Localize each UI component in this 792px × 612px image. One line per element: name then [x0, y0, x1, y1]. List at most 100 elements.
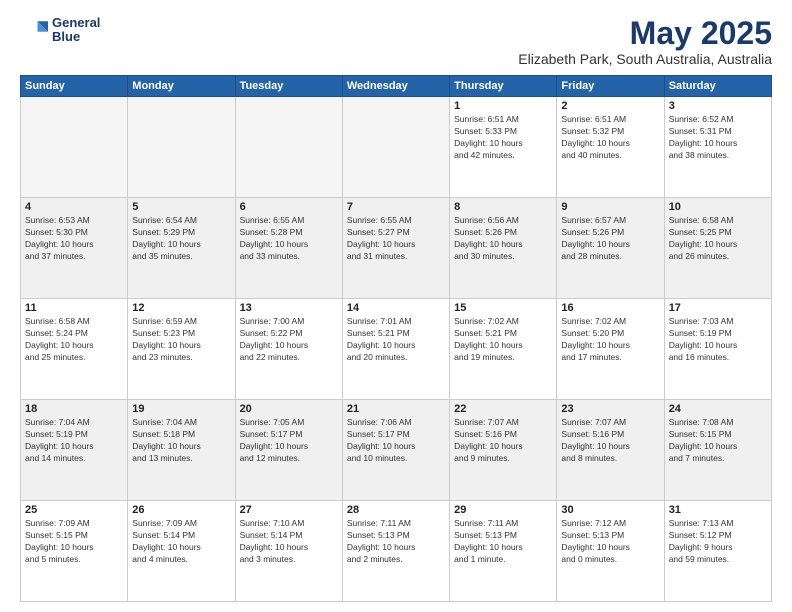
week-row-1: 1 Sunrise: 6:51 AM Sunset: 5:33 PM Daylig… [21, 97, 772, 198]
calendar-cell: 5 Sunrise: 6:54 AM Sunset: 5:29 PM Daylig… [128, 198, 235, 299]
day-info: Sunrise: 7:02 AM Sunset: 5:21 PM Dayligh… [454, 316, 552, 364]
calendar-cell: 18Sunrise: 7:04 AM Sunset: 5:19 PM Dayli… [21, 400, 128, 501]
calendar-cell: 7 Sunrise: 6:55 AM Sunset: 5:27 PM Daylig… [342, 198, 449, 299]
calendar-cell: 14 Sunrise: 7:01 AM Sunset: 5:21 PM Dayli… [342, 299, 449, 400]
calendar-cell: 2 Sunrise: 6:51 AM Sunset: 5:32 PM Daylig… [557, 97, 664, 198]
day-number: 2 [561, 100, 659, 112]
calendar: SundayMondayTuesdayWednesdayThursdayFrid… [20, 75, 772, 602]
day-number: 12 [132, 302, 230, 314]
day-info: Sunrise: 7:01 AM Sunset: 5:21 PM Dayligh… [347, 316, 445, 364]
calendar-cell [128, 97, 235, 198]
calendar-cell: 26 Sunrise: 7:09 AM Sunset: 5:14 PM Dayli… [128, 501, 235, 602]
logo: General Blue [20, 16, 100, 45]
day-number: 29 [454, 504, 552, 516]
day-info: Sunrise: 6:58 AM Sunset: 5:24 PM Dayligh… [25, 316, 123, 364]
day-number: 24 [669, 403, 767, 415]
day-number: 26 [132, 504, 230, 516]
day-info: Sunrise: 6:53 AM Sunset: 5:30 PM Dayligh… [25, 215, 123, 263]
calendar-cell [342, 97, 449, 198]
day-number: 10 [669, 201, 767, 213]
calendar-cell: 17 Sunrise: 7:03 AM Sunset: 5:19 PM Dayli… [664, 299, 771, 400]
day-number: 1 [454, 100, 552, 112]
day-info: Sunrise: 6:55 AM Sunset: 5:28 PM Dayligh… [240, 215, 338, 263]
day-info: Sunrise: 7:02 AM Sunset: 5:20 PM Dayligh… [561, 316, 659, 364]
day-info: Sunrise: 7:09 AM Sunset: 5:15 PM Dayligh… [25, 518, 123, 566]
day-info: Sunrise: 7:11 AM Sunset: 5:13 PM Dayligh… [347, 518, 445, 566]
day-header-sunday: Sunday [21, 76, 128, 97]
day-info: Sunrise: 7:04 AM Sunset: 5:18 PM Dayligh… [132, 417, 230, 465]
calendar-cell [21, 97, 128, 198]
day-info: Sunrise: 6:51 AM Sunset: 5:33 PM Dayligh… [454, 114, 552, 162]
day-number: 23 [561, 403, 659, 415]
calendar-cell: 15 Sunrise: 7:02 AM Sunset: 5:21 PM Dayli… [450, 299, 557, 400]
day-number: 5 [132, 201, 230, 213]
day-header-friday: Friday [557, 76, 664, 97]
day-number: 3 [669, 100, 767, 112]
calendar-cell: 11 Sunrise: 6:58 AM Sunset: 5:24 PM Dayli… [21, 299, 128, 400]
subtitle: Elizabeth Park, South Australia, Austral… [518, 51, 772, 67]
day-header-tuesday: Tuesday [235, 76, 342, 97]
day-info: Sunrise: 6:54 AM Sunset: 5:29 PM Dayligh… [132, 215, 230, 263]
day-number: 16 [561, 302, 659, 314]
week-row-2: 4Sunrise: 6:53 AM Sunset: 5:30 PM Daylig… [21, 198, 772, 299]
day-header-monday: Monday [128, 76, 235, 97]
day-number: 14 [347, 302, 445, 314]
header: General Blue May 2025 Elizabeth Park, So… [20, 16, 772, 67]
logo-icon [20, 16, 48, 44]
day-number: 18 [25, 403, 123, 415]
calendar-cell: 9Sunrise: 6:57 AM Sunset: 5:26 PM Daylig… [557, 198, 664, 299]
day-info: Sunrise: 7:10 AM Sunset: 5:14 PM Dayligh… [240, 518, 338, 566]
calendar-cell: 10 Sunrise: 6:58 AM Sunset: 5:25 PM Dayli… [664, 198, 771, 299]
week-row-4: 18Sunrise: 7:04 AM Sunset: 5:19 PM Dayli… [21, 400, 772, 501]
day-number: 17 [669, 302, 767, 314]
calendar-cell: 23 Sunrise: 7:07 AM Sunset: 5:16 PM Dayli… [557, 400, 664, 501]
calendar-cell: 1 Sunrise: 6:51 AM Sunset: 5:33 PM Daylig… [450, 97, 557, 198]
week-row-5: 25 Sunrise: 7:09 AM Sunset: 5:15 PM Dayli… [21, 501, 772, 602]
day-info: Sunrise: 6:55 AM Sunset: 5:27 PM Dayligh… [347, 215, 445, 263]
calendar-cell: 8 Sunrise: 6:56 AM Sunset: 5:26 PM Daylig… [450, 198, 557, 299]
day-number: 25 [25, 504, 123, 516]
day-header-saturday: Saturday [664, 76, 771, 97]
day-number: 28 [347, 504, 445, 516]
day-number: 30 [561, 504, 659, 516]
day-info: Sunrise: 7:00 AM Sunset: 5:22 PM Dayligh… [240, 316, 338, 364]
day-info: Sunrise: 7:07 AM Sunset: 5:16 PM Dayligh… [454, 417, 552, 465]
day-info: Sunrise: 6:52 AM Sunset: 5:31 PM Dayligh… [669, 114, 767, 162]
day-header-thursday: Thursday [450, 76, 557, 97]
day-info: Sunrise: 7:12 AM Sunset: 5:13 PM Dayligh… [561, 518, 659, 566]
day-info: Sunrise: 6:51 AM Sunset: 5:32 PM Dayligh… [561, 114, 659, 162]
day-info: Sunrise: 7:03 AM Sunset: 5:19 PM Dayligh… [669, 316, 767, 364]
day-number: 22 [454, 403, 552, 415]
day-info: Sunrise: 7:09 AM Sunset: 5:14 PM Dayligh… [132, 518, 230, 566]
day-number: 11 [25, 302, 123, 314]
day-info: Sunrise: 7:06 AM Sunset: 5:17 PM Dayligh… [347, 417, 445, 465]
day-info: Sunrise: 7:11 AM Sunset: 5:13 PM Dayligh… [454, 518, 552, 566]
day-info: Sunrise: 7:07 AM Sunset: 5:16 PM Dayligh… [561, 417, 659, 465]
calendar-cell: 3 Sunrise: 6:52 AM Sunset: 5:31 PM Daylig… [664, 97, 771, 198]
day-number: 7 [347, 201, 445, 213]
calendar-cell: 31 Sunrise: 7:13 AM Sunset: 5:12 PM Dayli… [664, 501, 771, 602]
main-title: May 2025 [518, 16, 772, 51]
week-row-3: 11 Sunrise: 6:58 AM Sunset: 5:24 PM Dayli… [21, 299, 772, 400]
day-number: 20 [240, 403, 338, 415]
day-info: Sunrise: 6:56 AM Sunset: 5:26 PM Dayligh… [454, 215, 552, 263]
day-number: 31 [669, 504, 767, 516]
calendar-cell: 21Sunrise: 7:06 AM Sunset: 5:17 PM Dayli… [342, 400, 449, 501]
calendar-cell: 25 Sunrise: 7:09 AM Sunset: 5:15 PM Dayli… [21, 501, 128, 602]
day-info: Sunrise: 7:05 AM Sunset: 5:17 PM Dayligh… [240, 417, 338, 465]
calendar-cell: 22 Sunrise: 7:07 AM Sunset: 5:16 PM Dayli… [450, 400, 557, 501]
calendar-cell: 6Sunrise: 6:55 AM Sunset: 5:28 PM Daylig… [235, 198, 342, 299]
calendar-cell: 19Sunrise: 7:04 AM Sunset: 5:18 PM Dayli… [128, 400, 235, 501]
calendar-header-row: SundayMondayTuesdayWednesdayThursdayFrid… [21, 76, 772, 97]
day-info: Sunrise: 7:13 AM Sunset: 5:12 PM Dayligh… [669, 518, 767, 566]
calendar-cell: 30 Sunrise: 7:12 AM Sunset: 5:13 PM Dayli… [557, 501, 664, 602]
calendar-cell: 29 Sunrise: 7:11 AM Sunset: 5:13 PM Dayli… [450, 501, 557, 602]
calendar-cell: 24Sunrise: 7:08 AM Sunset: 5:15 PM Dayli… [664, 400, 771, 501]
day-number: 15 [454, 302, 552, 314]
day-info: Sunrise: 6:58 AM Sunset: 5:25 PM Dayligh… [669, 215, 767, 263]
day-number: 8 [454, 201, 552, 213]
calendar-cell: 4Sunrise: 6:53 AM Sunset: 5:30 PM Daylig… [21, 198, 128, 299]
day-number: 13 [240, 302, 338, 314]
day-info: Sunrise: 6:57 AM Sunset: 5:26 PM Dayligh… [561, 215, 659, 263]
calendar-cell: 27Sunrise: 7:10 AM Sunset: 5:14 PM Dayli… [235, 501, 342, 602]
